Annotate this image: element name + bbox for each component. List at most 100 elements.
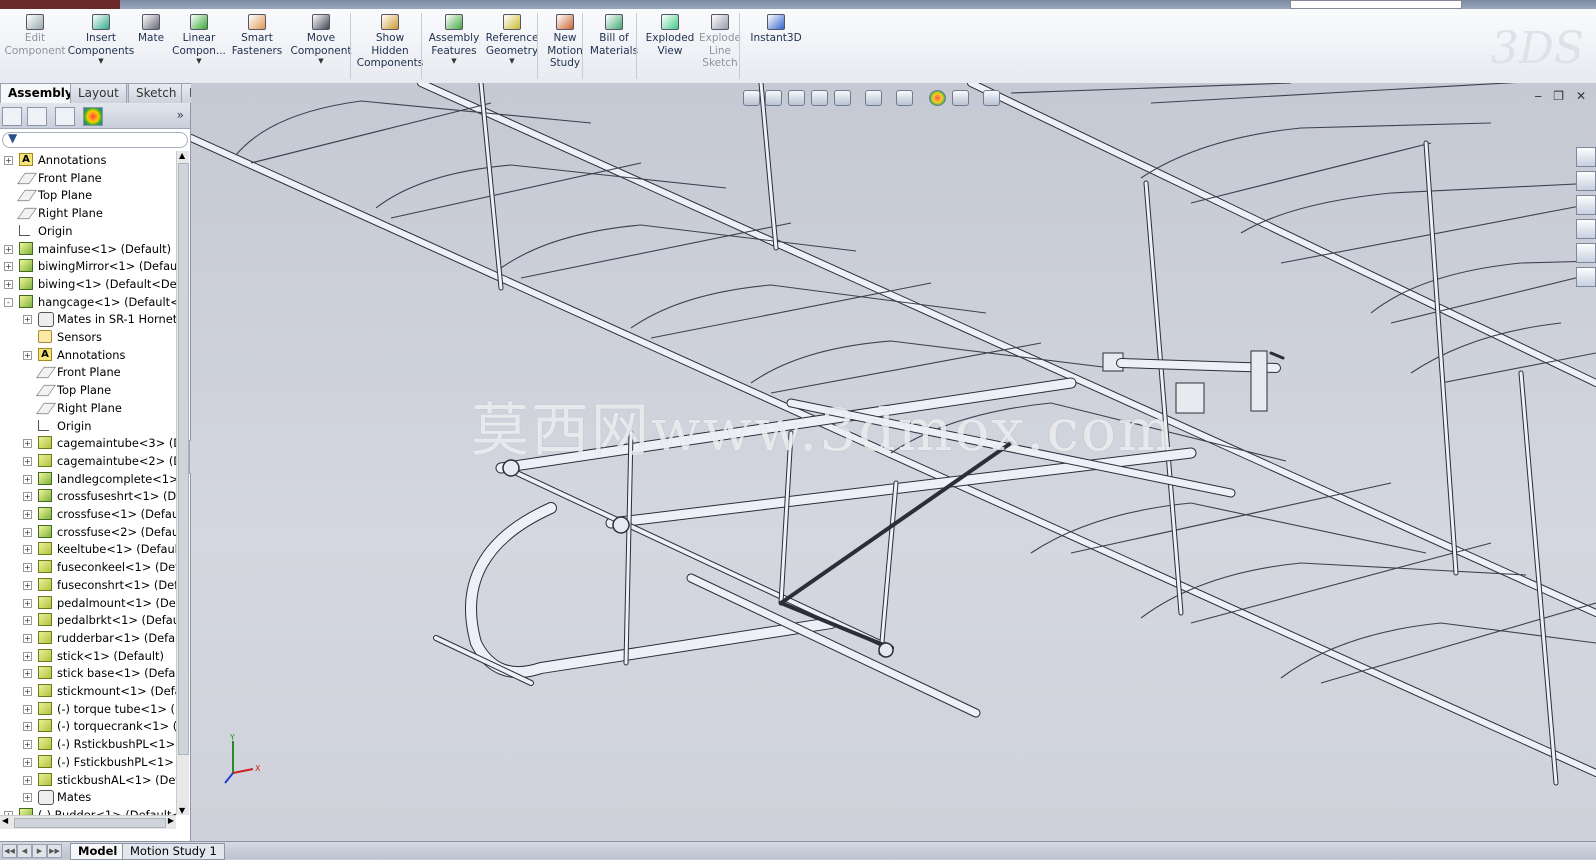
instant3d-button[interactable]: Instant3D <box>745 12 807 45</box>
view-settings-icon[interactable] <box>983 90 1000 106</box>
scroll-up-arrow-icon[interactable]: ▲ <box>179 151 185 160</box>
tree-item[interactable]: + landlegcomplete<1> (De <box>0 470 176 488</box>
tree-item[interactable]: + cagemaintube<3> (Defa <box>0 434 176 452</box>
tree-item[interactable]: + mainfuse<1> (Default) <box>0 240 176 258</box>
exploded-view-button[interactable]: Exploded View <box>641 12 699 57</box>
expand-icon[interactable]: + <box>23 616 32 626</box>
configuration-manager-tab-icon[interactable] <box>55 107 75 126</box>
tree-item[interactable]: Origin <box>0 222 176 240</box>
tree-item[interactable]: + Mates <box>0 788 176 806</box>
tree-item[interactable]: + crossfuse<1> (Default< <box>0 505 176 523</box>
expand-icon[interactable]: + <box>23 474 32 484</box>
view-palette-icon[interactable] <box>1576 219 1596 239</box>
expand-icon[interactable]: + <box>23 722 32 732</box>
expand-icon[interactable]: + <box>23 527 32 537</box>
scroll-thumb[interactable] <box>178 163 189 755</box>
custom-properties-icon[interactable] <box>1576 267 1596 287</box>
linear-compon-button[interactable]: Linear Compon... ▼ <box>168 12 230 65</box>
edit-appearance-icon[interactable] <box>929 90 946 106</box>
tree-item[interactable]: + biwingMirror<1> (Default<D <box>0 257 176 275</box>
bottom-tab-motion-study-1[interactable]: Motion Study 1 <box>122 843 225 860</box>
tree-horizontal-scrollbar[interactable]: ◀ ▶ <box>0 815 176 829</box>
next-tab-arrow-icon[interactable]: ▶ <box>32 844 47 858</box>
solidworks-resources-icon[interactable] <box>1576 147 1596 167</box>
tree-item[interactable]: Top Plane <box>0 186 176 204</box>
expand-icon[interactable]: + <box>4 156 13 165</box>
insert-components-button[interactable]: Insert Components ▼ <box>66 12 136 65</box>
tree-item[interactable]: + crossfuse<2> (Default< <box>0 523 176 541</box>
smart-fasteners-button[interactable]: Smart Fasteners <box>228 12 286 57</box>
hscroll-thumb[interactable] <box>14 818 166 828</box>
tree-item[interactable]: Sensors <box>0 328 176 346</box>
property-manager-tab-icon[interactable] <box>27 107 47 126</box>
expand-icon[interactable]: + <box>23 563 32 573</box>
expand-icon[interactable]: + <box>23 669 32 679</box>
design-library-icon[interactable] <box>1576 171 1596 191</box>
expand-icon[interactable]: + <box>23 704 32 714</box>
hide-show-items-icon[interactable] <box>896 90 913 106</box>
tree-item[interactable]: + stickbushAL<1> (Defaul <box>0 771 176 789</box>
expand-icon[interactable]: + <box>23 456 32 466</box>
tree-filter-input[interactable]: ▼ <box>2 131 188 148</box>
tree-item[interactable]: + pedalmount<1> (Defaul <box>0 594 176 612</box>
expand-icon[interactable]: + <box>23 598 32 608</box>
expand-icon[interactable]: + <box>4 262 13 272</box>
mate-button[interactable]: Mate <box>134 12 168 45</box>
search-input[interactable] <box>1290 0 1462 9</box>
expand-icon[interactable]: + <box>23 793 32 803</box>
tree-item[interactable]: + (-) FstickbushPL<1> (De <box>0 753 176 771</box>
tree-item[interactable]: + fuseconshrt<1> (Defaul <box>0 576 176 594</box>
tree-item[interactable]: + (-) torque tube<1> (Def <box>0 700 176 718</box>
tree-item[interactable]: + fuseconkeel<1> (Defaul <box>0 558 176 576</box>
feature-manager-tab-icon[interactable] <box>2 107 22 126</box>
chevron-down-icon[interactable]: ▼ <box>168 57 230 65</box>
display-style-icon[interactable] <box>865 90 882 106</box>
tree-item[interactable]: + (-) RstickbushPL<1> (De <box>0 735 176 753</box>
chevron-down-icon[interactable]: ▼ <box>285 57 357 65</box>
expand-icon[interactable]: + <box>23 545 32 555</box>
tree-item[interactable]: + A Annotations <box>0 151 176 169</box>
solidworks-logo[interactable] <box>0 0 120 9</box>
zoom-to-area-icon[interactable] <box>765 90 782 106</box>
last-tab-arrow-icon[interactable]: ▶▶ <box>47 844 62 858</box>
minimize-icon[interactable]: ‒ <box>1534 89 1542 103</box>
scroll-down-arrow-icon[interactable]: ▼ <box>179 806 185 815</box>
first-tab-arrow-icon[interactable]: ◀◀ <box>2 844 17 858</box>
tree-item[interactable]: + crossfuseshrt<1> (Defa <box>0 487 176 505</box>
expand-icon[interactable]: + <box>23 492 32 502</box>
expand-icon[interactable]: + <box>23 740 32 750</box>
chevron-down-icon[interactable]: ▼ <box>480 57 544 65</box>
tree-item[interactable]: + biwing<1> (Default<Default <box>0 275 176 293</box>
expand-icon[interactable]: + <box>23 633 32 643</box>
assembly-features-button[interactable]: Assembly Features ▼ <box>426 12 482 65</box>
prev-tab-arrow-icon[interactable]: ◀ <box>17 844 32 858</box>
expand-icon[interactable]: + <box>23 757 32 767</box>
tree-item[interactable]: + rudderbar<1> (Default) <box>0 629 176 647</box>
tree-item[interactable]: + stick base<1> (Default) <box>0 664 176 682</box>
chevron-down-icon[interactable]: ▼ <box>426 57 482 65</box>
tree-item[interactable]: Front Plane <box>0 363 176 381</box>
previous-view-icon[interactable] <box>788 90 805 106</box>
tree-item[interactable]: + cagemaintube<2> (Defa <box>0 452 176 470</box>
reference-geometry-button[interactable]: Reference Geometry ▼ <box>480 12 544 65</box>
expand-icon[interactable]: + <box>4 244 13 254</box>
edit-component-button[interactable]: Edit Component <box>4 12 66 57</box>
billof-materials-button[interactable]: Bill of Materials <box>586 12 642 57</box>
filter-icon[interactable]: ▼ <box>8 131 17 145</box>
expand-icon[interactable]: + <box>4 279 13 289</box>
tree-item[interactable]: + Mates in SR-1 Hornet <box>0 310 176 328</box>
expand-icon[interactable]: + <box>23 439 32 449</box>
display-manager-tab-icon[interactable] <box>83 107 103 126</box>
chevron-down-icon[interactable]: ▼ <box>66 57 136 65</box>
close-icon[interactable]: ✕ <box>1576 89 1586 103</box>
expand-icon[interactable]: + <box>23 315 32 325</box>
apply-scene-icon[interactable] <box>952 90 969 106</box>
expand-icon[interactable]: + <box>23 350 32 360</box>
graphics-area[interactable]: .t{stroke:#2b2d38;fill:none;stroke-linec… <box>191 83 1596 841</box>
tree-item[interactable]: Origin <box>0 417 176 435</box>
tree-item[interactable]: Front Plane <box>0 169 176 187</box>
move-component-button[interactable]: Move Component ▼ <box>285 12 357 65</box>
appearances-icon[interactable] <box>1576 243 1596 263</box>
tree-item[interactable]: - hangcage<1> (Default<Def <box>0 293 176 311</box>
expand-icon[interactable]: + <box>23 580 32 590</box>
